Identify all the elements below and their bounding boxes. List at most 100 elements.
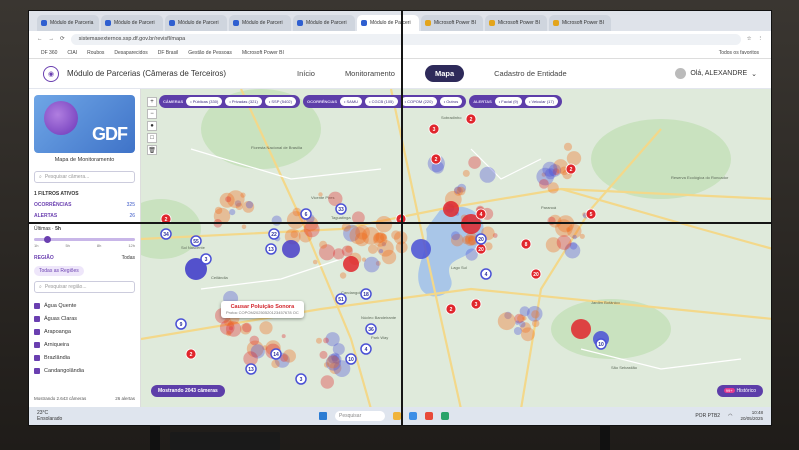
clock[interactable]: 10:48 20/05/2025: [740, 410, 763, 422]
chrome-icon[interactable]: [425, 412, 433, 420]
browser-tab[interactable]: Microsoft Power BI: [421, 15, 483, 31]
bookmark-link[interactable]: CIAI: [67, 50, 77, 56]
map-area[interactable]: Floresta Nacional de Brasília Taguatinga V…: [141, 89, 771, 407]
forward-icon[interactable]: →: [49, 36, 55, 42]
slider-knob[interactable]: [44, 236, 51, 243]
draw-point-icon[interactable]: ●: [147, 121, 157, 131]
region-item[interactable]: Arniqueira: [34, 338, 135, 351]
cluster-circle[interactable]: [571, 319, 591, 339]
checkbox-checked-icon[interactable]: [34, 354, 40, 361]
nav-mapa[interactable]: Mapa: [424, 65, 465, 82]
time-slider[interactable]: [34, 236, 135, 243]
draw-area-icon[interactable]: □: [147, 133, 157, 143]
filter-chip[interactable]: • CGCB (105): [365, 97, 398, 106]
filter-chip[interactable]: • COPOM (220): [400, 97, 437, 106]
tab-favicon-icon: [105, 20, 111, 26]
heat-blob: [456, 186, 466, 196]
weather-widget[interactable]: 23°C Ensolarado: [37, 410, 62, 422]
filter-chip[interactable]: • Facial (9): [494, 97, 522, 106]
edge-icon[interactable]: [441, 412, 449, 420]
bookmark-link[interactable]: Roubos: [87, 50, 104, 56]
nav-cadastro-de-entidade[interactable]: Cadastro de Entidade: [494, 69, 567, 78]
camera-search-input[interactable]: ⌕ Pesquisar câmera...: [34, 171, 135, 183]
tab-favicon-icon: [297, 20, 303, 26]
regiao-row[interactable]: REGIÃO Todas: [34, 255, 135, 261]
zoom-in-button[interactable]: +: [147, 97, 157, 107]
ocorrencias-row[interactable]: OCORRÊNCIAS 325: [34, 202, 135, 208]
filter-chip[interactable]: • Veicular (17): [524, 97, 558, 106]
video-wall-screen: Módulo de Parceria Módulo de Parceri Módul…: [28, 10, 772, 426]
cluster-circle[interactable]: [411, 239, 431, 259]
alertas-row[interactable]: ALERTAS 26: [34, 213, 135, 219]
reload-icon[interactable]: ⟳: [60, 36, 65, 42]
browser-tab[interactable]: Microsoft Power BI: [549, 15, 611, 31]
browser-tab[interactable]: Módulo de Parceri: [229, 15, 291, 31]
app-header: ◉ Módulo de Parcerias (Câmeras de Tercei…: [29, 59, 771, 89]
user-menu[interactable]: Olá, ALEXANDRE ⌄: [675, 68, 757, 79]
taskbar-search[interactable]: Pesquisar: [335, 411, 385, 421]
region-search-input[interactable]: ⌕ Pesquisar região...: [34, 281, 135, 293]
slider-tick: 8h: [96, 243, 102, 248]
bookmark-link[interactable]: DF 360: [41, 50, 57, 56]
all-regions-chip[interactable]: Todas as Regiões: [34, 266, 84, 276]
tab-label: Módulo de Parceri: [178, 20, 219, 26]
map-canvas[interactable]: Floresta Nacional de BrasíliaTaguatingaV…: [141, 89, 771, 407]
heat-blob: [249, 335, 260, 346]
region-item[interactable]: Arapoanga: [34, 325, 135, 338]
app-logo-icon: ◉: [43, 65, 59, 82]
browser-tab[interactable]: Módulo de Parceri: [357, 15, 419, 31]
browser-tab[interactable]: Módulo de Parceri: [293, 15, 355, 31]
heat-blob: [497, 312, 516, 331]
all-favorites-link[interactable]: Todos os favoritos: [719, 50, 759, 56]
heat-blob: [245, 201, 254, 209]
browser-tab[interactable]: Módulo de Parceri: [165, 15, 227, 31]
back-icon[interactable]: ←: [37, 36, 43, 42]
region-label: Candangolândia: [44, 367, 85, 374]
filter-chip[interactable]: • Privadas (321): [225, 97, 262, 106]
browser-tab[interactable]: Microsoft Power BI: [485, 15, 547, 31]
heat-blob: [563, 142, 573, 151]
slider-tick: 1h: [34, 243, 39, 248]
map-place-label: Ceilândia: [211, 275, 228, 280]
heat-blob: [229, 209, 236, 216]
region-item[interactable]: Brazlândia: [34, 351, 135, 364]
checkbox-checked-icon[interactable]: [34, 315, 40, 322]
bookmark-link[interactable]: Desaparecidos: [114, 50, 147, 56]
star-icon[interactable]: ☆: [747, 36, 752, 42]
bookmark-link[interactable]: DF Brasil: [158, 50, 179, 56]
cluster-circle[interactable]: [282, 240, 300, 258]
store-icon[interactable]: [409, 412, 417, 420]
red-alert-count: 2: [470, 117, 473, 123]
checkbox-checked-icon[interactable]: [34, 302, 40, 309]
menu-icon[interactable]: ⋮: [758, 36, 764, 42]
nav-monitoramento[interactable]: Monitoramento: [345, 69, 395, 78]
occurrence-popup[interactable]: Causar Poluição Sonora Protoc COPOM20250…: [221, 301, 304, 318]
browser-tab[interactable]: Módulo de Parceria: [37, 15, 99, 31]
windows-start-icon[interactable]: [319, 412, 327, 420]
region-item[interactable]: Candangolândia: [34, 364, 135, 377]
region-item[interactable]: Águas Claras: [34, 312, 135, 325]
checkbox-checked-icon[interactable]: [34, 341, 40, 348]
filter-chip[interactable]: • Outros: [439, 97, 463, 106]
language-indicator[interactable]: POR PTB2: [695, 413, 720, 419]
wifi-icon[interactable]: ◠: [728, 413, 732, 419]
zoom-out-button[interactable]: −: [147, 109, 157, 119]
heat-blob: [339, 272, 347, 279]
filter-chip[interactable]: • SAMU: [340, 97, 363, 106]
region-item[interactable]: Água Quente: [34, 299, 135, 312]
trash-icon[interactable]: 🗑: [147, 145, 157, 155]
url-field[interactable]: sistemasexternos.ssp.df.gov.br/revisfl/m…: [70, 33, 741, 45]
cluster-circle[interactable]: [343, 256, 359, 272]
heat-blob: [451, 231, 460, 241]
filter-chip[interactable]: • SSP (5402): [264, 97, 296, 106]
cluster-circle[interactable]: [443, 201, 459, 217]
history-button[interactable]: 99+ Histórico: [716, 385, 763, 397]
bookmark-link[interactable]: Gestão de Pessoas: [188, 50, 232, 56]
nav-inicio[interactable]: Início: [297, 69, 315, 78]
bookmark-link[interactable]: Microsoft Power BI: [242, 50, 284, 56]
filter-chip[interactable]: • Públicas (330): [186, 97, 223, 106]
file-explorer-icon[interactable]: [393, 412, 401, 420]
checkbox-checked-icon[interactable]: [34, 367, 40, 374]
checkbox-checked-icon[interactable]: [34, 328, 40, 335]
browser-tab[interactable]: Módulo de Parceri: [101, 15, 163, 31]
